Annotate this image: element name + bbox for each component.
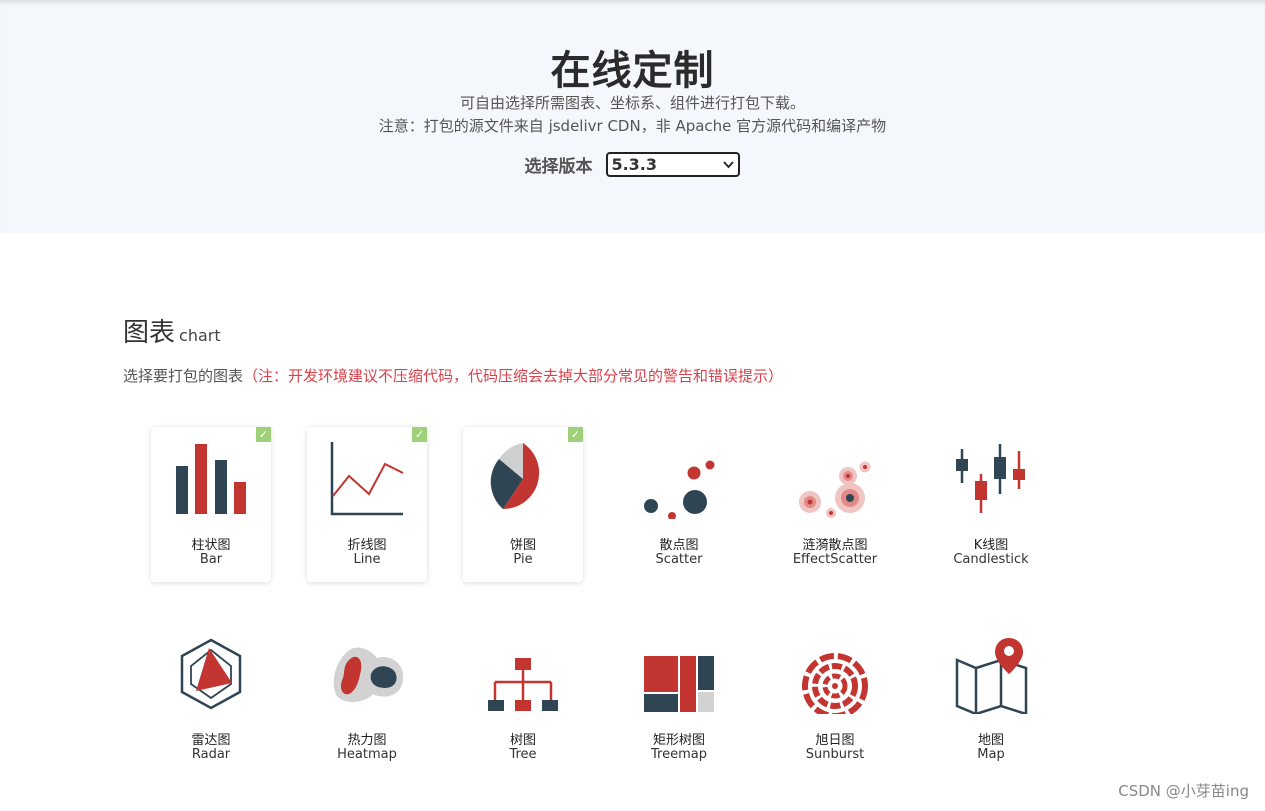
chart-card-sunburst[interactable]: 旭日图 Sunburst <box>775 622 895 777</box>
candlestick-icon <box>956 444 1025 513</box>
tree-chart-icon <box>488 658 558 711</box>
watermark: CSDN @小芽苗ing <box>1118 782 1249 800</box>
chart-name-en: Candlestick <box>953 552 1029 567</box>
line-chart-icon <box>330 442 404 516</box>
chart-name-en: Heatmap <box>337 747 397 762</box>
section-title-zh: 图表 <box>123 318 176 348</box>
bar-chart-icon <box>176 444 246 514</box>
section-title-en: chart <box>179 326 221 345</box>
chart-card-map[interactable]: 地图 Map <box>931 622 1051 777</box>
version-select[interactable]: 5.3.3 <box>606 152 741 177</box>
chart-card-scatter[interactable]: 散点图 Scatter <box>619 427 739 582</box>
heatmap-icon <box>333 647 404 702</box>
chart-name-en: Tree <box>509 747 537 762</box>
chart-name-zh: 地图 <box>977 733 1004 748</box>
chart-name-en: Pie <box>513 552 533 567</box>
chart-name-en: Map <box>977 747 1005 762</box>
hero-banner: 在线定制 可自由选择所需图表、坐标系、组件进行打包下载。 注意：打包的源文件来自… <box>0 0 1265 233</box>
chart-name-en: Sunburst <box>805 747 865 762</box>
check-icon: ✓ <box>568 427 583 442</box>
chart-card-heatmap[interactable]: 热力图 Heatmap <box>307 622 427 777</box>
check-icon: ✓ <box>256 427 271 442</box>
radar-chart-icon <box>180 638 242 710</box>
treemap-icon <box>644 656 714 712</box>
section-note: （注：开发环境建议不压缩代码，代码压缩会去掉大部分常见的警告和错误提示） <box>243 367 784 385</box>
chart-card-bar[interactable]: ✓ 柱状图 Bar <box>151 427 271 582</box>
chart-name-zh: 热力图 <box>347 733 387 748</box>
chart-name-zh: 折线图 <box>347 538 387 553</box>
chart-card-radar[interactable]: 雷达图 Radar <box>151 622 271 777</box>
chart-name-zh: 涟漪散点图 <box>802 538 868 553</box>
section-desc: 选择要打包的图表（注：开发环境建议不压缩代码，代码压缩会去掉大部分常见的警告和错… <box>123 365 783 386</box>
chart-name-en: Scatter <box>655 552 703 567</box>
cdn-notice: 注意：打包的源文件来自 jsdelivr CDN，非 Apache 官方源代码和… <box>378 117 887 135</box>
version-value: 5.3.3 <box>611 155 658 174</box>
effect-scatter-icon <box>799 461 871 518</box>
chart-card-effectscatter[interactable]: 涟漪散点图 EffectScatter <box>775 427 895 582</box>
chart-card-line[interactable]: ✓ 折线图 Line <box>307 427 427 582</box>
chart-name-en: Line <box>353 552 381 567</box>
chart-name-zh: K线图 <box>973 538 1009 553</box>
page-subtitle: 可自由选择所需图表、坐标系、组件进行打包下载。 <box>459 94 805 112</box>
sunburst-icon <box>802 653 868 714</box>
chart-name-zh: 树图 <box>509 733 536 748</box>
version-label: 选择版本 <box>524 157 593 177</box>
section-desc-text: 选择要打包的图表 <box>123 367 244 385</box>
chart-card-tree[interactable]: 树图 Tree <box>463 622 583 777</box>
chart-name-zh: 柱状图 <box>191 538 231 553</box>
chart-name-zh: 饼图 <box>509 538 536 553</box>
chart-card-pie[interactable]: ✓ 饼图 Pie <box>463 427 583 582</box>
section-title: 图表 chart <box>123 312 221 349</box>
chart-name-en: EffectScatter <box>792 552 878 567</box>
page-title: 在线定制 <box>550 48 715 94</box>
check-icon: ✓ <box>412 427 427 442</box>
chart-name-en: Bar <box>199 552 223 567</box>
pie-chart-icon <box>490 443 540 510</box>
chevron-down-icon <box>723 154 735 182</box>
chart-name-zh: 旭日图 <box>815 733 855 748</box>
chart-card-candlestick[interactable]: K线图 Candlestick <box>931 427 1051 582</box>
chart-name-zh: 雷达图 <box>191 733 231 748</box>
chart-card-treemap[interactable]: 矩形树图 Treemap <box>619 622 739 777</box>
chart-name-en: Radar <box>191 747 231 762</box>
chart-name-zh: 矩形树图 <box>652 733 705 748</box>
scatter-chart-icon <box>644 460 715 519</box>
chart-name-en: Treemap <box>651 747 707 762</box>
chart-name-zh: 散点图 <box>659 538 699 553</box>
map-icon <box>955 638 1028 714</box>
version-row: 选择版本 5.3.3 <box>0 152 1265 177</box>
